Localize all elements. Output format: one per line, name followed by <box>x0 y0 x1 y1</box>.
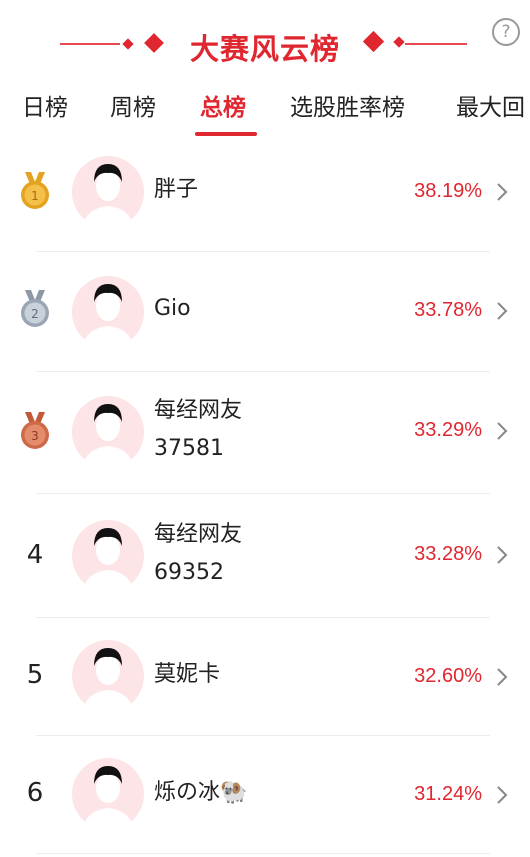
user-name-line: 每经网友 <box>154 522 243 547</box>
user-name: 胖子 <box>154 171 198 209</box>
user-name: 每经网友 69352 <box>154 516 242 592</box>
tab-max-drawdown[interactable]: 最大回 <box>456 88 525 122</box>
avatar-placeholder-icon <box>82 766 134 830</box>
user-name: Gio <box>154 290 191 328</box>
tab-bar: 日榜 周榜 总榜 选股胜率榜 最大回 <box>0 80 530 140</box>
tab-stock-win-rate[interactable]: 选股胜率榜 <box>290 88 405 122</box>
bronze-medal-icon: 3 <box>21 412 49 449</box>
return-rate: 33.78% <box>414 299 482 321</box>
silver-medal-icon: 2 <box>21 290 49 327</box>
medal-number: 2 <box>31 307 39 321</box>
avatar-placeholder-icon <box>82 284 134 348</box>
user-name-line: 69352 <box>154 560 224 585</box>
avatar[interactable] <box>72 276 144 348</box>
medal-number: 1 <box>31 189 39 203</box>
page-title: 大赛风云榜 <box>189 32 340 66</box>
return-rate: 38.19% <box>414 180 482 202</box>
avatar-placeholder-icon <box>82 528 134 592</box>
tab-daily[interactable]: 日榜 <box>22 88 68 122</box>
avatar-placeholder-icon <box>82 164 134 228</box>
row-divider <box>36 853 490 854</box>
return-rate: 33.28% <box>414 543 482 565</box>
chevron-right-icon <box>497 546 508 564</box>
header: 大赛风云榜 ? <box>0 0 530 80</box>
tab-weekly[interactable]: 周榜 <box>110 88 156 122</box>
gold-medal-icon: 1 <box>21 172 49 209</box>
avatar-placeholder-icon <box>82 648 134 712</box>
avatar[interactable] <box>72 520 144 592</box>
avatar[interactable] <box>72 758 144 830</box>
chevron-right-icon <box>497 422 508 440</box>
ranking-row[interactable]: 4 每经网友 69352 33.28% <box>0 494 530 618</box>
avatar[interactable] <box>72 640 144 712</box>
medal-number: 3 <box>31 429 39 443</box>
return-rate: 31.24% <box>414 783 482 805</box>
chevron-right-icon <box>497 183 508 201</box>
avatar[interactable] <box>72 156 144 228</box>
ranking-row[interactable]: 6 烁の冰🐏 31.24% <box>0 736 530 854</box>
user-name: 每经网友 37581 <box>154 392 242 468</box>
user-name: 莫妮卡 <box>154 656 220 694</box>
avatar[interactable] <box>72 396 144 468</box>
ranking-row[interactable]: 3 每经网友 37581 33.29% <box>0 370 530 494</box>
rank-number: 6 <box>26 778 44 808</box>
rank-number: 4 <box>26 540 44 570</box>
chevron-right-icon <box>497 786 508 804</box>
ranking-row[interactable]: 1 胖子 38.19% <box>0 132 530 252</box>
rank-number: 5 <box>26 660 44 690</box>
user-name: 烁の冰🐏 <box>154 774 247 812</box>
user-name-line: 胖子 <box>154 177 199 202</box>
ranking-row[interactable]: 5 莫妮卡 32.60% <box>0 618 530 736</box>
user-name-line: 莫妮卡 <box>154 662 221 687</box>
avatar-placeholder-icon <box>82 404 134 468</box>
tab-overall[interactable]: 总榜 <box>200 88 246 122</box>
help-icon[interactable]: ? <box>492 18 520 46</box>
chevron-right-icon <box>497 302 508 320</box>
title-decoration-right <box>405 43 467 45</box>
user-name-line: Gio <box>154 296 191 321</box>
user-name-line: 烁の冰🐏 <box>154 780 248 805</box>
ranking-row[interactable]: 2 Gio 33.78% <box>0 252 530 372</box>
user-name-line: 37581 <box>154 436 224 461</box>
return-rate: 33.29% <box>414 419 482 441</box>
chevron-right-icon <box>497 668 508 686</box>
return-rate: 32.60% <box>414 665 482 687</box>
user-name-line: 每经网友 <box>154 398 243 423</box>
